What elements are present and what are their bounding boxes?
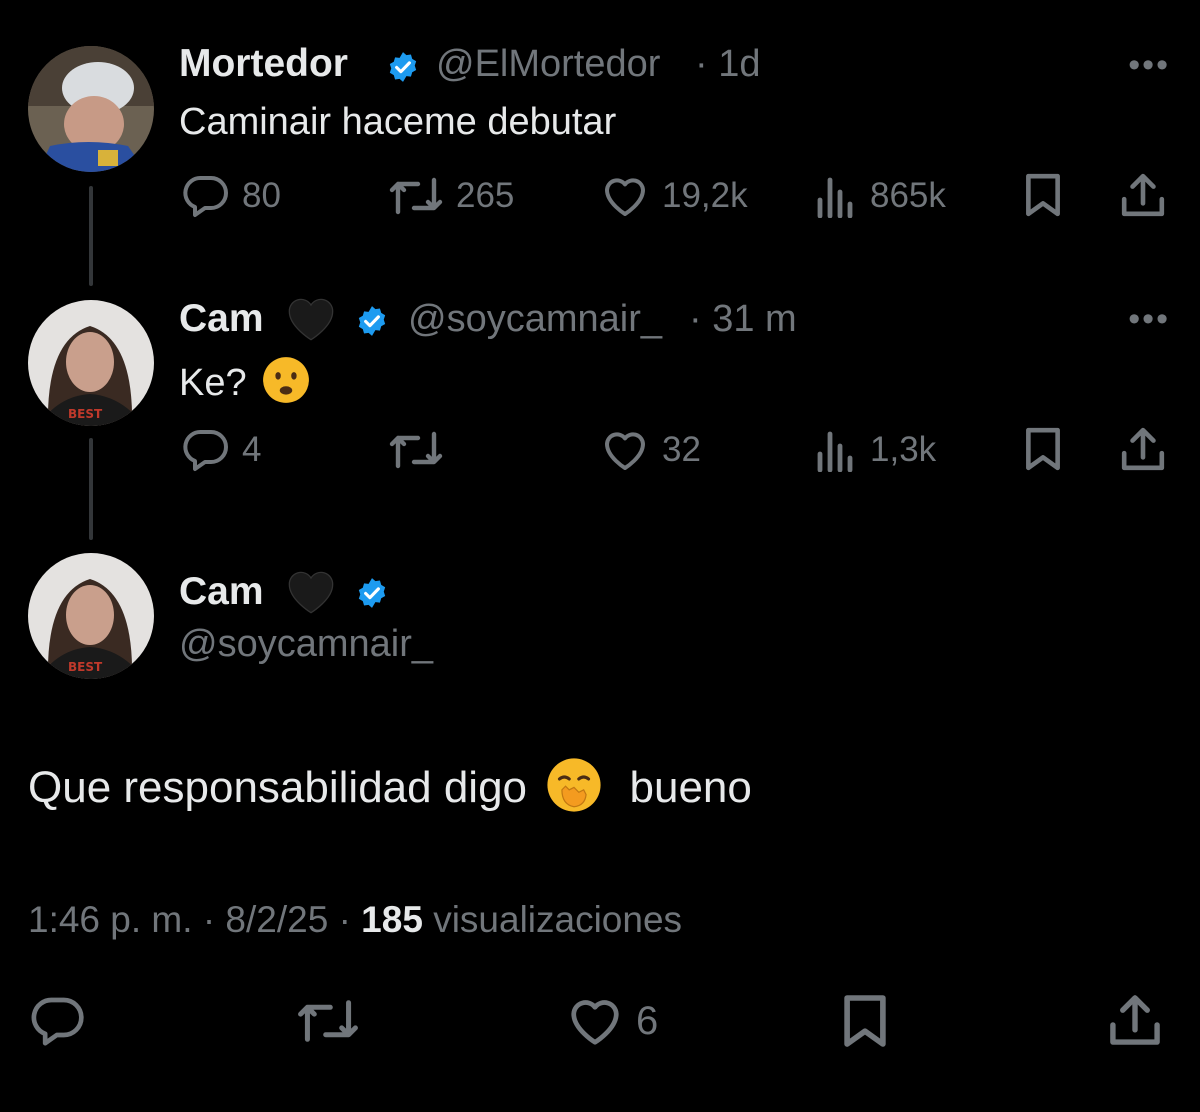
tweet-meta: 1:46 p. m. · 8/2/25 · 185 visualizacione… bbox=[28, 899, 682, 941]
reply-button[interactable] bbox=[30, 995, 86, 1047]
hand-over-mouth-emoji bbox=[545, 756, 603, 825]
tweet-text-content: Ke? bbox=[179, 362, 247, 405]
repost-button[interactable] bbox=[388, 428, 444, 472]
author-handle[interactable]: @ElMortedor bbox=[436, 43, 660, 86]
tweet-text: Caminair haceme debutar bbox=[179, 101, 617, 143]
views-icon bbox=[817, 177, 853, 218]
thread-line bbox=[89, 438, 93, 540]
like-count: 19,2k bbox=[662, 176, 748, 215]
bookmark-icon bbox=[844, 995, 886, 1047]
share-button[interactable] bbox=[1108, 992, 1162, 1048]
tweet-text-before: Que responsabilidad digo bbox=[28, 763, 528, 813]
like-icon bbox=[605, 432, 645, 470]
views-count: 1,3k bbox=[870, 430, 937, 469]
avatar[interactable]: BEST bbox=[28, 553, 154, 679]
avatar[interactable] bbox=[28, 46, 154, 172]
like-count: 32 bbox=[662, 430, 701, 469]
views-icon bbox=[817, 431, 853, 472]
black-heart-emoji bbox=[285, 567, 337, 620]
like-icon bbox=[571, 1000, 619, 1045]
avatar[interactable]: BEST bbox=[28, 300, 154, 426]
share-button[interactable] bbox=[1120, 172, 1166, 218]
tweet-date[interactable]: · 8/2/25 · bbox=[203, 899, 351, 940]
reply-icon bbox=[183, 429, 228, 471]
bookmark-button[interactable] bbox=[1024, 426, 1062, 472]
verified-badge-icon bbox=[386, 50, 420, 89]
share-button[interactable] bbox=[1120, 426, 1166, 472]
main-tweet-text: Que responsabilidad digo bueno bbox=[28, 756, 752, 825]
share-icon bbox=[1121, 427, 1165, 471]
reply-icon bbox=[31, 997, 84, 1046]
views-label: visualizaciones bbox=[433, 899, 683, 940]
like-button[interactable]: 32 bbox=[600, 428, 701, 472]
bookmark-button[interactable] bbox=[842, 992, 888, 1050]
views-button[interactable]: 1,3k bbox=[814, 428, 936, 472]
views-button[interactable]: 865k bbox=[814, 174, 946, 218]
repost-count: 265 bbox=[456, 176, 515, 215]
views-count: 865k bbox=[870, 176, 946, 215]
verified-badge-icon bbox=[355, 576, 389, 615]
reply-button[interactable]: 80 bbox=[182, 174, 281, 218]
more-icon[interactable]: ••• bbox=[1128, 300, 1170, 339]
like-icon bbox=[605, 178, 645, 216]
author-handle[interactable]: @soycamnair_ bbox=[408, 298, 662, 341]
black-heart-emoji bbox=[285, 294, 337, 347]
frowning-emoji bbox=[261, 355, 311, 415]
repost-button[interactable]: 265 bbox=[388, 174, 514, 218]
repost-icon bbox=[389, 431, 443, 469]
bookmark-button[interactable] bbox=[1024, 172, 1062, 218]
svg-text:BEST: BEST bbox=[68, 407, 103, 421]
author-name[interactable]: Cam bbox=[179, 570, 264, 614]
more-icon[interactable]: ••• bbox=[1128, 46, 1170, 85]
tweet-text-after: bueno bbox=[629, 763, 752, 813]
author-name[interactable]: Cam bbox=[179, 297, 264, 341]
like-count: 6 bbox=[636, 998, 659, 1043]
repost-icon bbox=[298, 1000, 358, 1042]
views-count: 185 bbox=[361, 899, 423, 940]
like-button[interactable]: 6 bbox=[566, 995, 658, 1047]
author-handle[interactable]: @soycamnair_ bbox=[179, 623, 433, 666]
reply-count: 80 bbox=[242, 176, 281, 215]
bookmark-icon bbox=[1026, 173, 1060, 217]
share-icon bbox=[1121, 173, 1165, 217]
verified-badge-icon bbox=[355, 304, 389, 343]
tweet-text: Ke? bbox=[179, 355, 311, 415]
author-name[interactable]: Mortedor bbox=[179, 42, 348, 86]
like-button[interactable]: 19,2k bbox=[600, 174, 748, 218]
tweet-time[interactable]: · 31 m bbox=[689, 298, 797, 341]
svg-text:BEST: BEST bbox=[68, 660, 103, 674]
thread-line bbox=[89, 186, 93, 286]
reply-count: 4 bbox=[242, 430, 262, 469]
repost-icon bbox=[389, 177, 443, 215]
reply-button[interactable]: 4 bbox=[182, 428, 261, 472]
tweet-time[interactable]: · 1d bbox=[695, 43, 760, 86]
share-icon bbox=[1110, 995, 1160, 1045]
repost-button[interactable] bbox=[296, 995, 360, 1047]
reply-icon bbox=[183, 175, 228, 217]
bookmark-icon bbox=[1026, 427, 1060, 471]
tweet-time[interactable]: 1:46 p. m. bbox=[28, 899, 193, 940]
